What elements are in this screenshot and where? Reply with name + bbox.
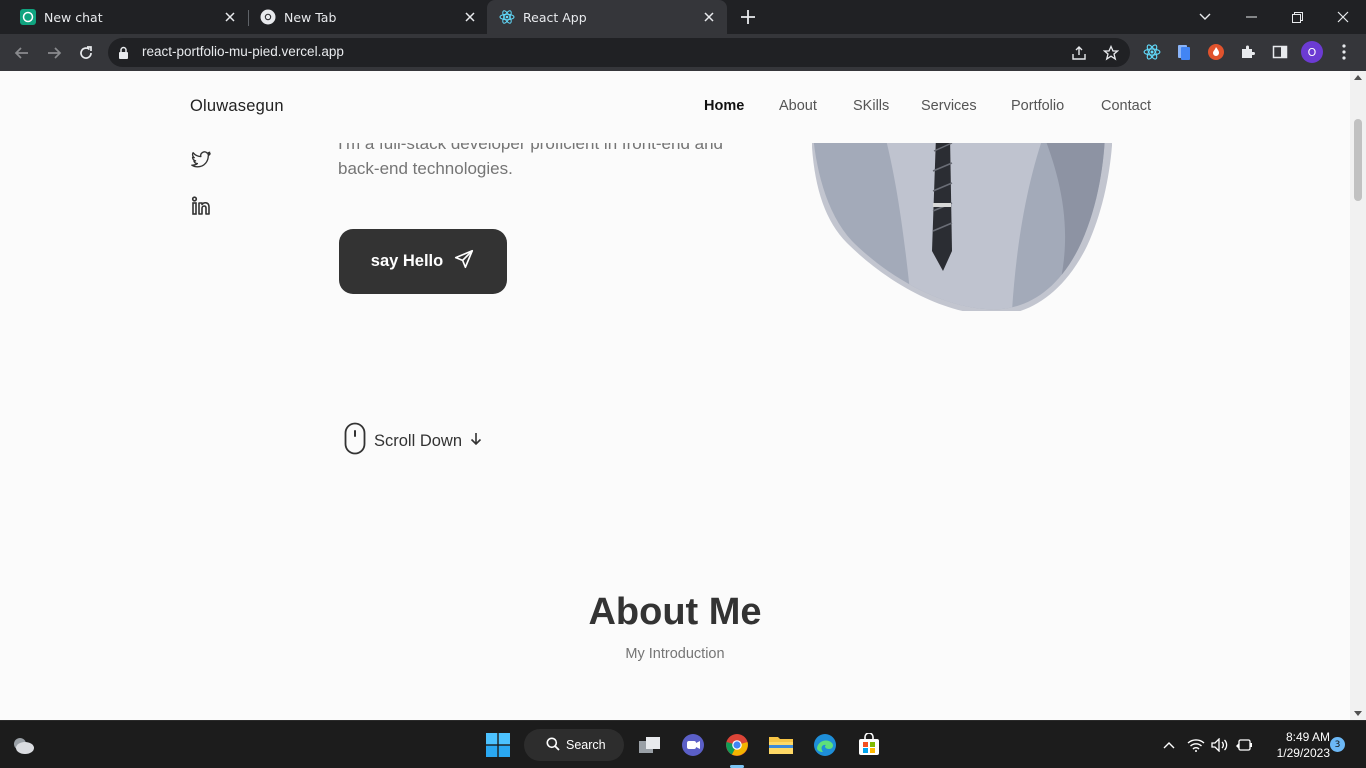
system-clock[interactable]: 8:49 AM 1/29/2023 [1264, 729, 1330, 761]
scroll-down-arrow-icon[interactable] [1354, 711, 1362, 716]
say-hello-label: say Hello [370, 252, 444, 270]
react-devtools-extension-icon[interactable] [1142, 42, 1162, 62]
profile-avatar[interactable]: O [1301, 41, 1323, 63]
side-panel-icon[interactable] [1270, 42, 1290, 62]
site-logo[interactable]: Oluwasegun [190, 97, 284, 116]
volume-icon[interactable] [1211, 736, 1229, 754]
site-header: Oluwasegun Home About SKills Services Po… [0, 71, 1350, 143]
twitter-icon[interactable] [190, 149, 212, 171]
nav-services[interactable]: Services [921, 98, 977, 114]
windows-start-icon[interactable] [484, 731, 512, 759]
show-hidden-icons-chevron-icon[interactable] [1160, 736, 1178, 754]
clock-date: 1/29/2023 [1276, 746, 1330, 760]
close-window-button[interactable] [1320, 0, 1366, 34]
taskbar-search[interactable]: Search [524, 729, 624, 761]
address-bar[interactable]: react-portfolio-mu-pied.vercel.app [108, 38, 1130, 67]
new-tab-button[interactable] [736, 5, 760, 29]
close-tab-icon[interactable] [462, 9, 478, 25]
chatgpt-icon [20, 9, 36, 25]
chrome-icon [260, 9, 276, 25]
react-icon [499, 9, 515, 25]
tab-react-app[interactable]: React App [487, 0, 727, 34]
nav-portfolio[interactable]: Portfolio [1011, 98, 1064, 114]
about-section-title: About Me [588, 591, 762, 633]
tab-search-button[interactable] [1182, 0, 1228, 34]
search-label: Search [566, 738, 606, 752]
tab-strip: New chat New Tab React App [0, 0, 1366, 34]
back-button[interactable] [9, 40, 35, 66]
arrow-down-icon [470, 432, 482, 451]
tab-title: New chat [44, 9, 103, 25]
mouse-icon [344, 422, 366, 460]
edge-icon[interactable] [811, 731, 839, 759]
nav-contact[interactable]: Contact [1101, 98, 1151, 114]
file-explorer-icon[interactable] [767, 731, 795, 759]
nav-about[interactable]: About [779, 98, 817, 114]
bookmark-star-icon[interactable] [1102, 44, 1120, 62]
reload-button[interactable] [73, 40, 99, 66]
share-icon[interactable] [1070, 44, 1088, 62]
about-section-subtitle: My Introduction [625, 646, 725, 662]
nav-skills[interactable]: SKills [853, 98, 889, 114]
send-icon [453, 248, 475, 275]
documents-extension-icon[interactable] [1174, 42, 1194, 62]
scrollbar-thumb[interactable] [1354, 119, 1362, 201]
chrome-menu-icon[interactable] [1334, 42, 1354, 62]
linkedin-icon[interactable] [190, 195, 212, 217]
weather-icon[interactable] [9, 731, 37, 759]
chrome-taskbar-icon[interactable] [723, 731, 751, 759]
tab-title: React App [523, 9, 587, 25]
forward-button[interactable] [41, 40, 67, 66]
say-hello-button[interactable]: say Hello [339, 229, 507, 294]
fire-extension-icon[interactable] [1206, 42, 1226, 62]
page-viewport: I'm a full-stack developer proficient in… [0, 71, 1350, 720]
browser-toolbar: react-portfolio-mu-pied.vercel.app O [0, 34, 1366, 71]
tab-title: New Tab [284, 9, 337, 25]
clock-time: 8:49 AM [1285, 730, 1330, 744]
page-scrollbar[interactable] [1350, 71, 1366, 720]
extensions-puzzle-icon[interactable] [1238, 42, 1258, 62]
notification-badge[interactable]: 3 [1330, 737, 1345, 752]
task-view-icon[interactable] [636, 731, 664, 759]
teams-chat-icon[interactable] [679, 731, 707, 759]
wifi-icon[interactable] [1187, 736, 1205, 754]
minimize-button[interactable] [1228, 0, 1274, 34]
scroll-down-link[interactable]: Scroll Down [344, 422, 482, 460]
windows-taskbar: Search 8:49 AM 1/29/2023 3 [0, 720, 1366, 768]
nav-home[interactable]: Home [704, 98, 744, 114]
scroll-up-arrow-icon[interactable] [1354, 75, 1362, 80]
battery-icon[interactable] [1235, 736, 1253, 754]
tab-new-chat[interactable]: New chat [0, 0, 248, 34]
tab-new-tab[interactable]: New Tab [240, 0, 488, 34]
scroll-down-label: Scroll Down [374, 431, 463, 450]
close-tab-icon[interactable] [701, 9, 717, 25]
restore-button[interactable] [1274, 0, 1320, 34]
lock-icon[interactable] [118, 45, 129, 64]
microsoft-store-icon[interactable] [855, 731, 883, 759]
url-text: react-portfolio-mu-pied.vercel.app [142, 44, 344, 59]
close-tab-icon[interactable] [222, 9, 238, 25]
search-icon [546, 737, 560, 754]
